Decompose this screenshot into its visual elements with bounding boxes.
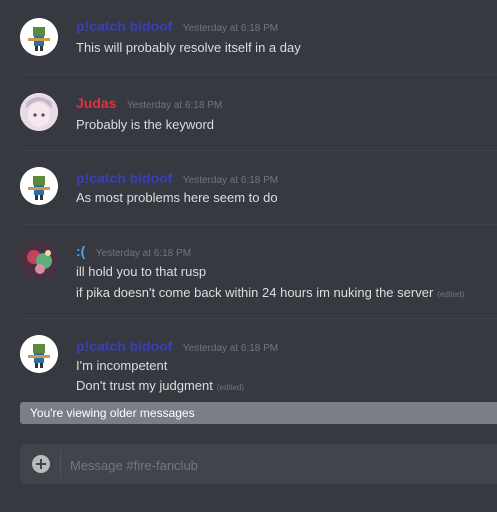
- avatar[interactable]: [20, 93, 58, 131]
- divider: [20, 318, 497, 319]
- message-text: As most problems here seem to do: [76, 190, 278, 205]
- timestamp: Yesterday at 6:18 PM: [182, 175, 279, 186]
- divider: [20, 224, 497, 225]
- message-header: p!catch bidoof Yesterday at 6:18 PM: [76, 170, 278, 188]
- username[interactable]: p!catch bidoof: [76, 18, 172, 34]
- message-text: I'm incompetent: [76, 358, 168, 373]
- message-text-line: if pika doesn't come back within 24 hour…: [76, 285, 464, 300]
- avatar[interactable]: [20, 167, 58, 205]
- timestamp: Yesterday at 6:18 PM: [95, 248, 192, 259]
- divider: [20, 74, 497, 75]
- avatar[interactable]: [20, 18, 58, 56]
- username[interactable]: p!catch bidoof: [76, 338, 172, 354]
- divider: [20, 150, 497, 151]
- message-text: Don't trust my judgment: [76, 378, 213, 393]
- message-text: Probably is the keyword: [76, 117, 215, 132]
- message-text: ill hold you to that rusp: [76, 264, 207, 279]
- message-header: :( Yesterday at 6:18 PM: [76, 243, 191, 261]
- message-header: p!catch bidoof Yesterday at 6:18 PM: [76, 338, 278, 356]
- add-attachment-icon[interactable]: [32, 455, 50, 473]
- message-header: Judas Yesterday at 6:18 PM: [76, 95, 222, 113]
- chat-area: p!catch bidoof Yesterday at 6:18 PM This…: [0, 0, 497, 512]
- username[interactable]: p!catch bidoof: [76, 170, 172, 186]
- message-text: if pika doesn't come back within 24 hour…: [76, 285, 434, 300]
- message-header: p!catch bidoof Yesterday at 6:18 PM: [76, 18, 278, 36]
- avatar[interactable]: [20, 335, 58, 373]
- timestamp: Yesterday at 6:18 PM: [182, 23, 279, 34]
- username[interactable]: :(: [76, 243, 85, 259]
- message-composer: [20, 444, 497, 484]
- timestamp: Yesterday at 6:18 PM: [126, 100, 223, 111]
- timestamp: Yesterday at 6:18 PM: [182, 343, 279, 354]
- avatar[interactable]: [20, 241, 58, 279]
- edited-label: (edited): [216, 383, 244, 392]
- older-messages-bar[interactable]: You're viewing older messages: [20, 402, 497, 424]
- edited-label: (edited): [437, 290, 465, 299]
- message-text-line: Don't trust my judgment (edited): [76, 378, 244, 393]
- username[interactable]: Judas: [76, 95, 116, 111]
- composer-divider: [60, 450, 61, 478]
- message-text: This will probably resolve itself in a d…: [76, 40, 301, 55]
- message-input[interactable]: [68, 452, 472, 478]
